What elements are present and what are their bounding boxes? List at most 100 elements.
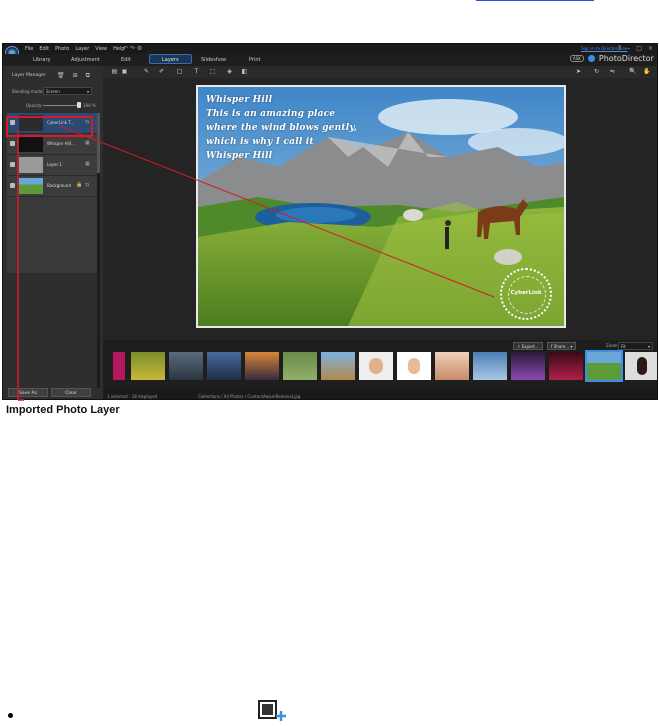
tab-print[interactable]: Print xyxy=(249,57,261,63)
thumbnail[interactable] xyxy=(625,352,657,380)
share-label: Share... xyxy=(553,344,570,349)
visibility-icon[interactable] xyxy=(10,141,15,146)
tab-adjustment[interactable]: Adjustment xyxy=(71,57,100,63)
layer-row[interactable]: Background 🔒 ⇆ xyxy=(7,176,97,197)
thumbnail[interactable] xyxy=(169,352,203,380)
thumbnail-selected[interactable] xyxy=(585,350,623,382)
maximize-icon[interactable]: □ xyxy=(636,45,642,52)
file-path: Collections / All Photos / ContentAwareR… xyxy=(198,394,301,399)
options-icon[interactable]: ▦ xyxy=(85,161,91,168)
minimize-icon[interactable]: – xyxy=(627,45,630,52)
thumbnail[interactable] xyxy=(397,352,431,380)
visibility-icon[interactable] xyxy=(10,162,15,167)
layer-name: Whisper Hill... xyxy=(47,141,75,146)
gradient-icon[interactable]: ◧ xyxy=(241,68,248,75)
opacity-slider-track[interactable] xyxy=(43,105,78,106)
layer-row[interactable]: Whisper Hill... ▦ xyxy=(7,134,97,155)
close-icon[interactable]: × xyxy=(648,45,653,52)
thumbnail[interactable] xyxy=(359,352,393,380)
delete-layer-icon[interactable]: 🗑 xyxy=(57,72,65,80)
layer-row[interactable]: Layer 1 ▦ xyxy=(7,155,97,176)
rotate-icon[interactable]: ↻ xyxy=(593,68,600,75)
undo-icon[interactable]: ↶ xyxy=(123,45,128,52)
tab-edit[interactable]: Edit xyxy=(121,57,131,63)
save-as-button[interactable]: Save As xyxy=(8,388,48,397)
portrait-image xyxy=(408,358,420,374)
layer-thumbnail xyxy=(19,136,43,152)
menu-edit[interactable]: Edit xyxy=(39,46,49,52)
thumbnail[interactable] xyxy=(321,352,355,380)
add-layer-icon xyxy=(258,700,286,721)
export-label: Export... xyxy=(521,344,539,349)
layout-icon[interactable]: ▤ xyxy=(111,68,118,75)
pointer-icon[interactable]: ➤ xyxy=(575,68,582,75)
thumbnail[interactable] xyxy=(549,352,583,380)
settings-icon[interactable]: ⚙ xyxy=(137,45,142,52)
menu-file[interactable]: File xyxy=(25,46,33,52)
caption-line: which is why I call it xyxy=(206,137,314,147)
main-menu: File Edit Photo Layer View Help xyxy=(25,46,125,52)
scroll-thumb[interactable] xyxy=(97,113,100,173)
add-layer-icon[interactable]: ⊞ xyxy=(73,72,78,80)
chevron-down-icon: ▾ xyxy=(647,344,650,349)
thumbnail[interactable] xyxy=(131,352,165,380)
selection-icon[interactable]: ⬚ xyxy=(209,68,216,75)
thumbnail[interactable] xyxy=(113,352,125,380)
clear-button[interactable]: Clear xyxy=(51,388,91,397)
chevron-down-icon: ▾ xyxy=(569,344,573,349)
canvas-area: Whisper Hill This is an amazing place wh… xyxy=(103,78,657,340)
text-icon[interactable]: T xyxy=(193,68,200,75)
bullet-point xyxy=(8,713,13,718)
brush-icon[interactable]: ✎ xyxy=(143,68,150,75)
callout-highlight-box xyxy=(6,116,93,137)
brand-badge[interactable]: ASK xyxy=(570,55,584,62)
redo-icon[interactable]: ↷ xyxy=(130,45,135,52)
thumbnail[interactable] xyxy=(435,352,469,380)
link-icon[interactable]: ⇆ xyxy=(85,182,91,189)
top-link-underline[interactable] xyxy=(476,0,594,1)
thumbnail[interactable] xyxy=(245,352,279,380)
lock-icon[interactable]: 🔒 xyxy=(76,182,82,189)
portrait-image xyxy=(369,358,383,374)
image-icon[interactable]: ▣ xyxy=(121,68,128,75)
menu-layer[interactable]: Layer xyxy=(75,46,89,52)
menu-photo[interactable]: Photo xyxy=(55,46,69,52)
window-controls: ? – □ × xyxy=(618,45,653,52)
options-icon[interactable]: ▦ xyxy=(85,140,91,147)
blending-mode-select[interactable]: Screen ▾ xyxy=(43,87,92,95)
zoom-icon[interactable]: 🔍 xyxy=(629,68,636,75)
module-tabs: Library Adjustment Edit Layers Slideshow… xyxy=(3,54,657,66)
thumbnail[interactable] xyxy=(473,352,507,380)
callout-label: Imported Photo Layer xyxy=(6,404,120,416)
tab-library[interactable]: Library xyxy=(33,57,50,63)
layer-thumbnail xyxy=(19,178,43,194)
export-button[interactable]: ⇪ Export... xyxy=(513,342,543,350)
status-bar: 1 selected - 18 displayed Collections / … xyxy=(103,390,657,399)
photodirector-window: File Edit Photo Layer View Help ↶ ↷ ⚙ Si… xyxy=(2,43,658,400)
brand: ASK PhotoDirector xyxy=(570,54,654,63)
quick-access-icons: ↶ ↷ ⚙ xyxy=(123,45,142,52)
fill-icon[interactable]: ◈ xyxy=(226,68,233,75)
share-button[interactable]: f Share... ▾ xyxy=(547,342,577,350)
flip-icon[interactable]: ⇋ xyxy=(609,68,616,75)
caption-line: Whisper Hill xyxy=(206,95,273,105)
tab-slideshow[interactable]: Slideshow xyxy=(201,57,226,63)
zoom-select[interactable]: Fit ▾ xyxy=(618,342,653,350)
thumbnail[interactable] xyxy=(283,352,317,380)
menu-view[interactable]: View xyxy=(95,46,107,52)
help-icon[interactable]: ? xyxy=(618,45,621,52)
thumbnail[interactable] xyxy=(511,352,545,380)
panel-icons: 🗑 ⊞ ⧉ xyxy=(57,72,90,80)
eraser-icon[interactable]: ✐ xyxy=(158,68,165,75)
layer-scrollbar[interactable] xyxy=(97,113,100,388)
caption-line: Whisper Hill xyxy=(206,151,273,161)
thumbnail[interactable] xyxy=(207,352,241,380)
brand-name: PhotoDirector xyxy=(598,54,654,63)
tab-layers[interactable]: Layers xyxy=(149,54,192,64)
shape-icon[interactable]: □ xyxy=(176,68,183,75)
visibility-icon[interactable] xyxy=(10,183,15,188)
duplicate-layer-icon[interactable]: ⧉ xyxy=(86,72,90,80)
hand-icon[interactable]: ✋ xyxy=(643,68,650,75)
opacity-slider-knob[interactable] xyxy=(77,102,81,108)
photo-canvas[interactable]: Whisper Hill This is an amazing place wh… xyxy=(196,85,566,328)
